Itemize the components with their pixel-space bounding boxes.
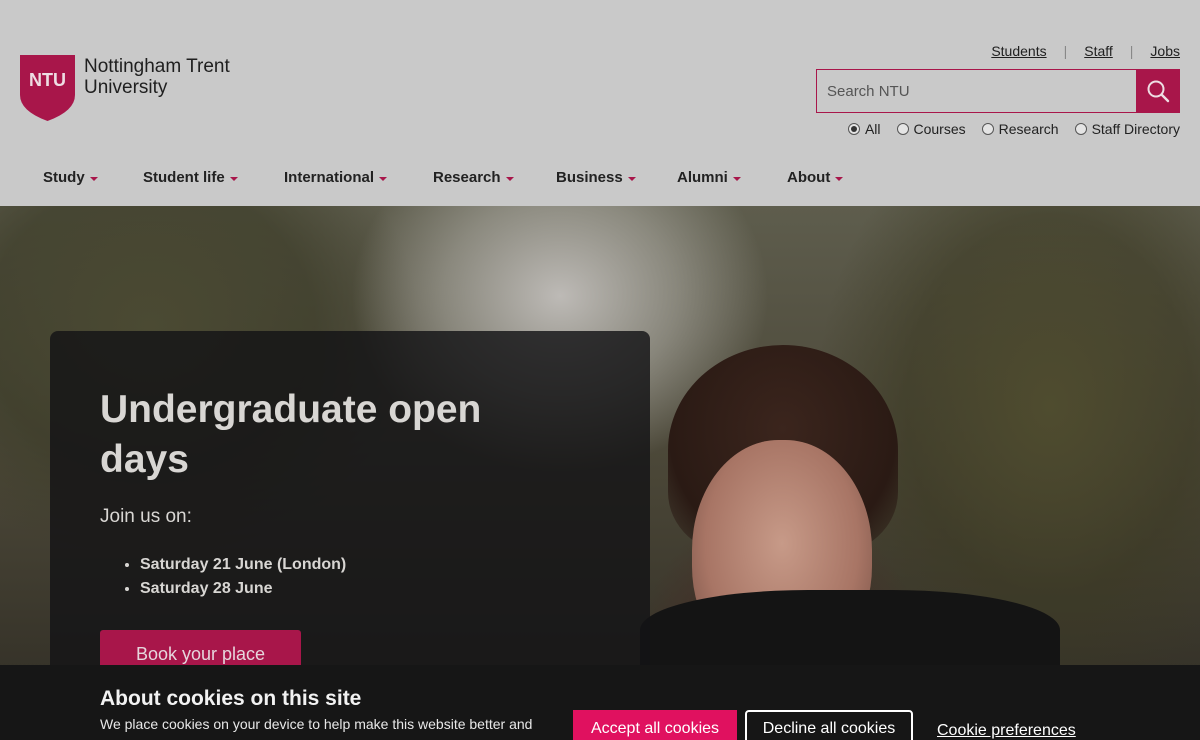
radio-button[interactable] xyxy=(847,123,860,135)
chevron-down-icon xyxy=(229,176,238,181)
open-day-dates: Saturday 21 June (London) Saturday 28 Ju… xyxy=(140,553,346,601)
nav-item-label: International xyxy=(284,169,375,186)
nav-item-label: Research xyxy=(433,169,501,186)
chevron-down-icon xyxy=(732,176,741,181)
svg-text:NTU: NTU xyxy=(29,70,66,90)
list-item: Saturday 21 June (London) xyxy=(140,553,346,577)
search-icon xyxy=(1147,80,1170,103)
jobs-link[interactable]: Jobs xyxy=(1150,43,1180,59)
staff-link[interactable]: Staff xyxy=(1084,43,1113,59)
search-input[interactable] xyxy=(816,69,1136,113)
cookie-banner: About cookies on this site We place cook… xyxy=(0,665,1200,740)
nav-item-international[interactable]: International xyxy=(284,169,388,186)
decline-all-cookies-button[interactable]: Decline all cookies xyxy=(745,710,913,740)
ntu-logo[interactable]: NTU Nottingham Trent University xyxy=(20,55,230,121)
nav-item-alumni[interactable]: Alumni xyxy=(677,169,741,186)
main-navigation: Study Student life International Researc… xyxy=(0,158,1200,198)
search-form xyxy=(816,69,1180,113)
nav-item-business[interactable]: Business xyxy=(556,169,636,186)
radio-button[interactable] xyxy=(896,123,909,135)
divider: | xyxy=(1063,43,1068,59)
nav-item-about[interactable]: About xyxy=(787,169,844,186)
nav-item-label: Student life xyxy=(143,169,225,186)
nav-item-label: Alumni xyxy=(677,169,728,186)
chevron-down-icon xyxy=(627,176,636,181)
hero-title: Undergraduate open days xyxy=(100,388,482,481)
cookie-preferences-link[interactable]: Cookie preferences xyxy=(937,722,1076,740)
accept-all-cookies-button[interactable]: Accept all cookies xyxy=(573,710,737,740)
nav-item-label: About xyxy=(787,169,831,186)
logo-wordmark: Nottingham Trent University xyxy=(84,56,230,98)
list-item: Saturday 28 June xyxy=(140,577,346,601)
search-button[interactable] xyxy=(1136,69,1180,113)
search-scope-options: All Courses Research Staff Directory xyxy=(832,121,1180,137)
scope-label: Courses xyxy=(913,121,966,137)
students-link[interactable]: Students xyxy=(991,43,1046,59)
scope-label: All xyxy=(864,121,881,137)
scope-research[interactable]: Research xyxy=(981,121,1059,137)
ntu-shield-logo: NTU xyxy=(20,55,75,121)
cookie-banner-text: We place cookies on your device to help … xyxy=(100,716,533,732)
nav-item-study[interactable]: Study xyxy=(43,169,98,186)
scope-label: Staff Directory xyxy=(1091,121,1180,137)
scope-all[interactable]: All xyxy=(847,121,881,137)
hero-subtitle: Join us on: xyxy=(100,506,192,527)
nav-item-student-life[interactable]: Student life xyxy=(143,169,238,186)
chevron-down-icon xyxy=(505,176,514,181)
radio-button[interactable] xyxy=(1074,123,1087,135)
nav-item-research[interactable]: Research xyxy=(433,169,514,186)
nav-item-label: Study xyxy=(43,169,85,186)
chevron-down-icon xyxy=(89,176,98,181)
cookie-banner-title: About cookies on this site xyxy=(100,687,362,710)
divider: | xyxy=(1129,43,1134,59)
chevron-down-icon xyxy=(835,176,844,181)
scope-label: Research xyxy=(998,121,1059,137)
utility-links: Students | Staff | Jobs xyxy=(991,43,1180,59)
radio-button[interactable] xyxy=(981,123,994,135)
logo-line-2: University xyxy=(84,77,168,98)
chevron-down-icon xyxy=(379,176,388,181)
site-header: NTU Nottingham Trent University Students… xyxy=(0,0,1200,206)
logo-line-1: Nottingham Trent xyxy=(84,56,230,77)
scope-courses[interactable]: Courses xyxy=(896,121,966,137)
scope-staff-directory[interactable]: Staff Directory xyxy=(1074,121,1180,137)
nav-item-label: Business xyxy=(556,169,623,186)
